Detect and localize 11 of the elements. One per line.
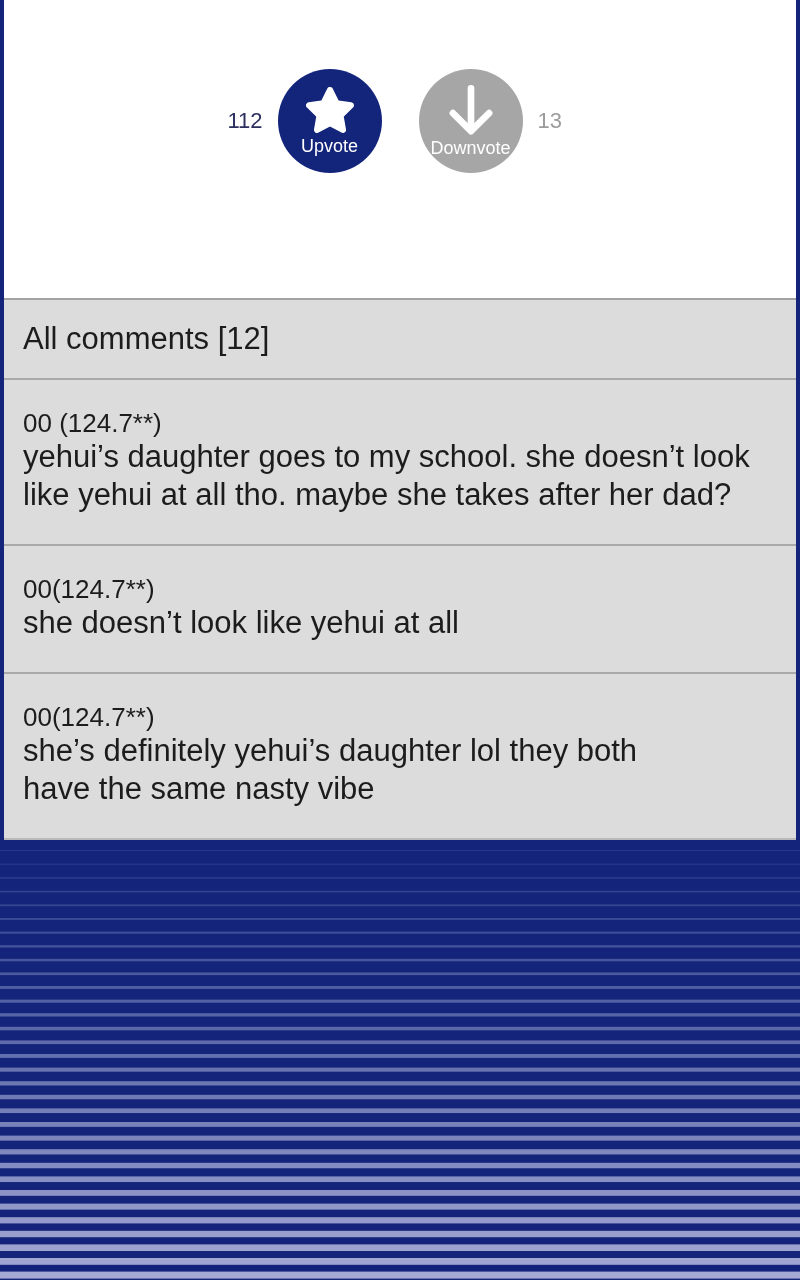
comments-header: All comments [12]	[22, 320, 271, 358]
comment-author: 00(124.7**)	[23, 574, 156, 604]
comment-author: 00 (124.7**)	[23, 408, 163, 438]
comment-text: yehui’s daughter goes to my school. she doesn’t look like yehui at all tho. maybe she takes after her dad?	[23, 438, 751, 514]
comment-text: she doesn’t look like yehui at all	[23, 604, 460, 642]
comment-text: she’s definitely yehui’s daughter lol they both have the same nasty vibe	[23, 732, 639, 808]
vote-count: 112	[226, 108, 263, 134]
star-icon	[305, 86, 354, 133]
comment-author: 00(124.7**)	[23, 702, 156, 732]
vote-count: 13	[537, 108, 563, 134]
upvote-button[interactable]: Upvote	[277, 69, 382, 173]
